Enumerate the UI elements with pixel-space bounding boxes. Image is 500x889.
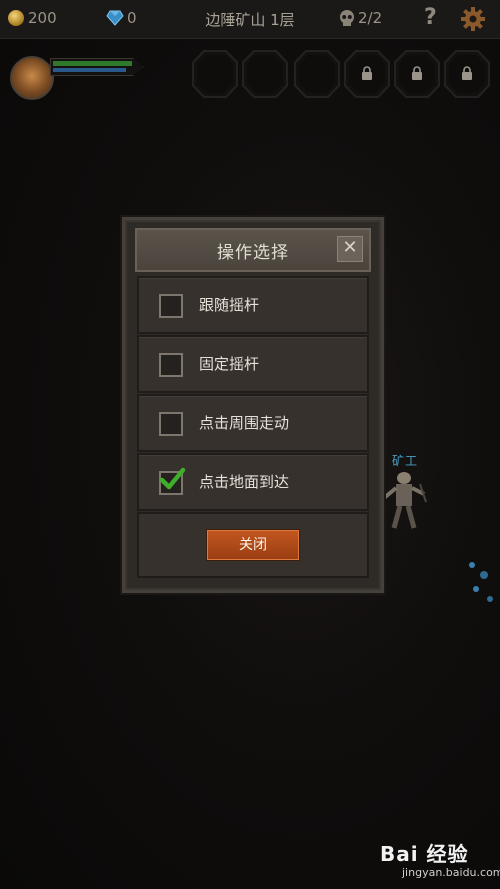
lock-icon bbox=[412, 66, 422, 80]
option-checkbox[interactable] bbox=[159, 467, 186, 495]
ore-deposit[interactable] bbox=[462, 555, 498, 611]
option-row[interactable]: 点击周围走动 bbox=[137, 394, 369, 452]
lock-icon bbox=[362, 66, 372, 80]
help-icon[interactable]: ? bbox=[424, 5, 437, 30]
option-row[interactable]: 固定摇杆 bbox=[137, 335, 369, 393]
kill-count: 2/2 bbox=[358, 9, 383, 27]
top-status-bar: 200 0 边陲矿山 1层 2/2 ? bbox=[0, 0, 500, 39]
control-options-dialog: 操作选择 ✕ 跟随摇杆固定摇杆点击周围走动 点击地面到达 关闭 bbox=[122, 217, 384, 593]
coin-count: 200 bbox=[28, 9, 57, 27]
hp-bar bbox=[53, 61, 133, 66]
option-checkbox[interactable] bbox=[159, 294, 183, 318]
option-checkbox[interactable] bbox=[159, 353, 183, 377]
option-label: 点击地面到达 bbox=[199, 473, 290, 491]
skill-slot[interactable] bbox=[194, 52, 236, 96]
miner-npc[interactable] bbox=[380, 468, 428, 532]
npc-label: 矿工 bbox=[392, 454, 419, 468]
skill-slot[interactable] bbox=[244, 52, 286, 96]
level-title: 边陲矿山 1层 bbox=[205, 11, 295, 29]
close-button[interactable]: 关闭 bbox=[207, 530, 299, 560]
dialog-footer: 关闭 bbox=[137, 512, 369, 578]
hero-avatar[interactable] bbox=[10, 56, 54, 100]
dialog-header: 操作选择 ✕ bbox=[135, 228, 371, 272]
gem-icon bbox=[106, 10, 124, 26]
skill-slot[interactable] bbox=[296, 52, 338, 96]
option-checkbox[interactable] bbox=[159, 412, 183, 436]
gem-count: 0 bbox=[127, 9, 137, 27]
hero-bars bbox=[50, 58, 144, 76]
option-label: 固定摇杆 bbox=[199, 355, 260, 373]
option-label: 点击周围走动 bbox=[199, 414, 290, 432]
lock-icon bbox=[462, 66, 472, 80]
gear-icon[interactable] bbox=[460, 6, 486, 32]
option-row[interactable]: 跟随摇杆 bbox=[137, 276, 369, 334]
mp-bar bbox=[53, 68, 127, 72]
option-label: 跟随摇杆 bbox=[199, 296, 260, 314]
option-row[interactable]: 点击地面到达 bbox=[137, 453, 369, 511]
close-icon[interactable]: ✕ bbox=[337, 236, 363, 262]
watermark-url: jingyan.baidu.com bbox=[402, 866, 500, 879]
coin-icon bbox=[8, 10, 24, 26]
watermark-logo: Bai 经验 bbox=[380, 842, 469, 866]
checkmark-icon bbox=[159, 467, 186, 490]
dialog-title: 操作选择 bbox=[217, 243, 289, 263]
skull-icon bbox=[340, 10, 354, 26]
